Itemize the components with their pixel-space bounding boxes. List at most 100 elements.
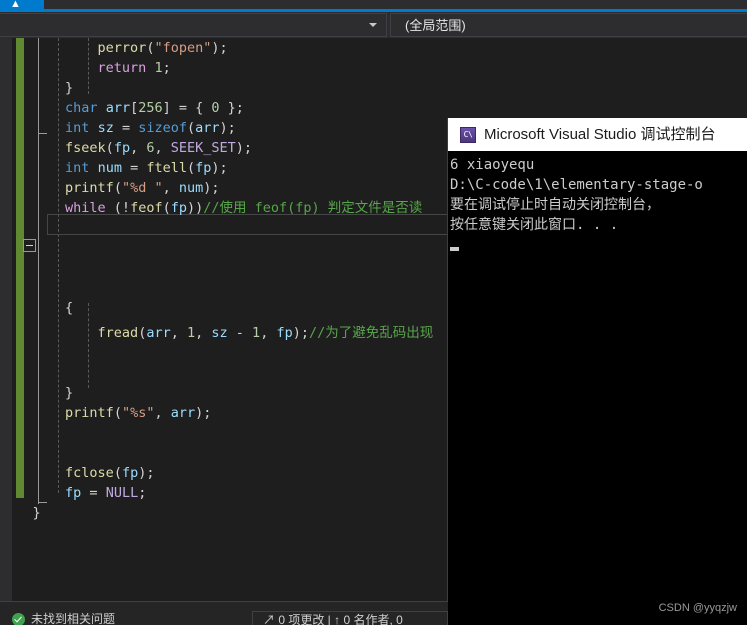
console-window-title: Microsoft Visual Studio 调试控制台 — [484, 126, 716, 143]
code-token: fp — [113, 140, 131, 156]
console-output-line: 6 xiaoyequ — [450, 157, 535, 173]
git-changes-group[interactable]: ↗ 0 项更改 | ↑ 0 名作者, 0 — [252, 611, 448, 625]
code-line: perror("fopen"); — [0, 38, 228, 58]
code-line: int num = ftell(fp); — [0, 158, 228, 178]
code-line: } — [0, 503, 41, 523]
code-token: ( — [113, 405, 122, 421]
code-token: SEEK_SET — [170, 140, 236, 156]
code-token: 1 — [186, 325, 196, 341]
global-scope-value: (全局范围) — [405, 18, 466, 33]
code-token: fseek — [65, 140, 106, 156]
code-line: fread(arr, 1, sz - 1, fp);//为了避免乱码出现 — [0, 323, 434, 343]
code-token: } — [65, 385, 74, 401]
code-token: , — [170, 325, 187, 341]
code-line: } — [0, 383, 73, 403]
code-token: //为了避免乱码出现 — [308, 325, 434, 341]
git-changes-text: ↗ 0 项更改 | ↑ 0 名作者, 0 — [263, 613, 403, 625]
code-token: ; — [162, 60, 171, 76]
code-token: fclose — [65, 465, 114, 481]
code-token: ( — [113, 465, 122, 481]
code-token: "%s" — [121, 405, 155, 421]
code-token: }; — [219, 100, 244, 116]
console-title-bar[interactable]: C\ Microsoft Visual Studio 调试控制台 — [448, 118, 747, 151]
active-document-tab[interactable]: ▲ — [0, 0, 44, 10]
code-token: num — [97, 160, 122, 176]
code-token: ( — [113, 180, 122, 196]
console-output-line: 按任意键关闭此窗口. . . — [450, 217, 619, 233]
member-scope-dropdown[interactable] — [0, 13, 387, 37]
code-token: ); — [292, 325, 309, 341]
code-token: arr — [105, 100, 131, 116]
debug-console-window[interactable]: C\ Microsoft Visual Studio 调试控制台 6 xiaoy… — [448, 118, 747, 625]
code-token: ; — [138, 485, 147, 501]
code-token: (! — [105, 200, 131, 216]
code-line: { — [0, 298, 73, 318]
code-token: , — [260, 325, 277, 341]
code-token: 0 — [211, 100, 220, 116]
code-token: printf — [65, 405, 114, 421]
global-scope-dropdown[interactable]: (全局范围) — [390, 13, 747, 37]
issues-status-text: 未找到相关问题 — [31, 612, 116, 625]
code-token: num — [178, 180, 204, 196]
code-token: sz — [97, 120, 114, 136]
code-token: = — [81, 485, 106, 501]
code-token: , — [154, 140, 171, 156]
code-token: int — [65, 120, 90, 136]
code-token: = — [113, 120, 139, 136]
code-token: //使用 feof(fp) 判定文件是否读 — [203, 200, 423, 216]
code-token: ftell — [146, 160, 187, 176]
code-token: return — [97, 60, 147, 76]
console-output[interactable]: 6 xiaoyequ D:\C-code\1\elementary-stage-o… — [448, 151, 747, 625]
code-line: printf("%d ", num); — [0, 178, 219, 198]
code-line: fp = NULL; — [0, 483, 146, 503]
code-token: , — [130, 140, 147, 156]
code-token: 1 — [252, 325, 261, 341]
code-line: int sz = sizeof(arr); — [0, 118, 236, 138]
code-token: ( — [105, 140, 114, 156]
chevron-down-icon[interactable] — [369, 23, 377, 27]
code-token: 256 — [138, 100, 163, 116]
console-app-icon: C\ — [460, 127, 476, 143]
code-token: "fopen" — [154, 40, 212, 56]
code-token: sizeof — [138, 120, 187, 136]
code-token: "%d " — [121, 180, 163, 196]
navigation-bar: (全局范围) — [0, 12, 747, 38]
code-token: - — [227, 325, 253, 341]
console-cursor — [450, 235, 747, 257]
code-token: arr — [195, 120, 220, 136]
status-bar: 未找到相关问题 ↗ 0 项更改 | ↑ 0 名作者, 0 — [0, 601, 448, 625]
code-token: ( — [186, 160, 196, 176]
code-file-icon: ▲ — [10, 0, 21, 10]
code-token: fp — [276, 325, 293, 341]
code-token: ); — [211, 160, 228, 176]
code-token: [ — [130, 100, 139, 116]
code-token: char — [65, 100, 98, 116]
code-token: fp — [170, 200, 187, 216]
code-line: while (!feof(fp))//使用 feof(fp) 判定文件是否读 — [0, 198, 422, 218]
code-token: arr — [170, 405, 196, 421]
code-token: ); — [138, 465, 155, 481]
issues-status-group[interactable]: 未找到相关问题 — [12, 612, 115, 625]
code-token: sz — [211, 325, 228, 341]
code-token: ); — [219, 120, 236, 136]
success-check-icon — [12, 612, 25, 625]
code-token: { — [65, 300, 74, 316]
code-token: } — [65, 80, 74, 96]
code-token: ); — [211, 40, 228, 56]
code-token: = — [121, 160, 147, 176]
code-token: 1 — [154, 60, 163, 76]
